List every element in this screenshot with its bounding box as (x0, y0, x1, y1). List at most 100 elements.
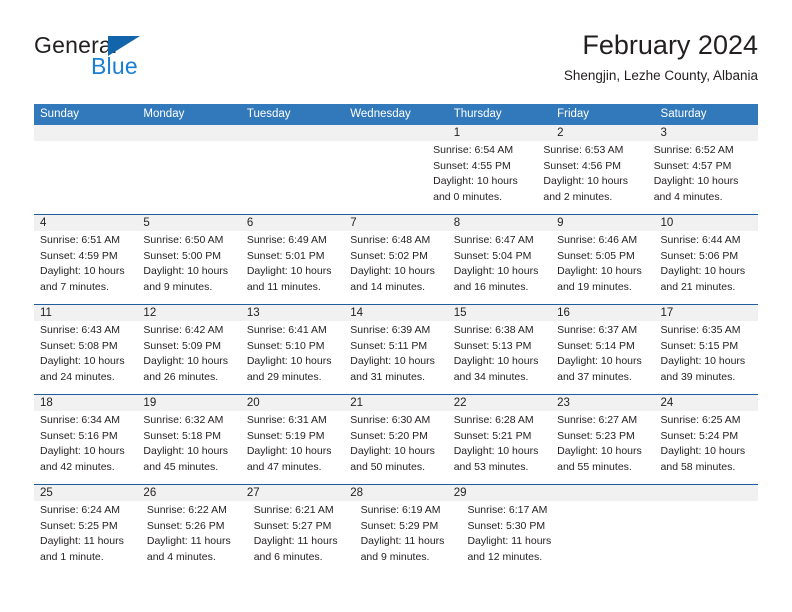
weekday-header-row: Sunday Monday Tuesday Wednesday Thursday Frid… (34, 104, 758, 125)
day-number[interactable]: 12 (137, 305, 240, 321)
day-info-line: and 29 minutes. (246, 370, 322, 383)
day-cell[interactable]: Sunrise: 6:31 AM Sunset: 5:19 PM Daylight:… (241, 411, 344, 484)
day-info-line: Sunrise: 6:52 AM (653, 144, 734, 156)
day-number[interactable]: 2 (551, 125, 654, 141)
day-number[interactable]: 10 (655, 215, 758, 231)
day-number[interactable]: 14 (344, 305, 447, 321)
day-info-line: Sunset: 5:18 PM (143, 429, 222, 442)
day-number[interactable]: 27 (241, 485, 344, 501)
day-number[interactable]: 26 (137, 485, 240, 501)
week-date-band: 18 19 20 21 22 23 24 (34, 395, 758, 411)
calendar-page: General Blue February 2024 Shengjin, Lez… (0, 0, 792, 612)
day-number-empty (34, 125, 137, 141)
day-number[interactable]: 3 (655, 125, 758, 141)
day-number[interactable]: 17 (655, 305, 758, 321)
day-cell[interactable]: Sunrise: 6:28 AM Sunset: 5:21 PM Daylight:… (448, 411, 551, 484)
weekday-header-sunday: Sunday (40, 108, 80, 120)
day-cell[interactable]: Sunrise: 6:49 AM Sunset: 5:01 PM Daylight:… (241, 231, 344, 304)
day-cell[interactable]: Sunrise: 6:22 AM Sunset: 5:26 PM Daylight:… (141, 501, 248, 574)
day-info-line: Sunrise: 6:37 AM (557, 324, 638, 336)
day-info-line: Daylight: 10 hours (660, 355, 746, 367)
day-info-line: Daylight: 10 hours (543, 175, 629, 187)
day-info-line: Sunrise: 6:28 AM (453, 414, 534, 426)
day-number[interactable]: 7 (344, 215, 447, 231)
day-cell[interactable]: Sunrise: 6:17 AM Sunset: 5:30 PM Daylight:… (461, 501, 568, 574)
day-cell[interactable]: Sunrise: 6:19 AM Sunset: 5:29 PM Daylight:… (355, 501, 462, 574)
calendar-week-row: 25 26 27 28 29 Sunrise: 6:24 AM Sunset: 5:25 P… (34, 484, 758, 574)
week-detail-band: Sunrise: 6:54 AM Sunset: 4:55 PM Daylight:… (34, 141, 758, 214)
day-cell[interactable]: Sunrise: 6:35 AM Sunset: 5:15 PM Daylight:… (655, 321, 758, 394)
day-number[interactable]: 8 (448, 215, 551, 231)
day-info-line: Sunrise: 6:42 AM (143, 324, 224, 336)
day-number[interactable]: 4 (34, 215, 137, 231)
day-number[interactable]: 25 (34, 485, 137, 501)
day-number[interactable]: 28 (344, 485, 447, 501)
day-cell[interactable]: Sunrise: 6:21 AM Sunset: 5:27 PM Daylight:… (248, 501, 355, 574)
day-info-line: and 2 minutes. (543, 190, 613, 203)
day-info-line: and 14 minutes. (350, 280, 425, 293)
day-info-line: Sunset: 5:19 PM (246, 429, 325, 442)
day-cell[interactable]: Sunrise: 6:43 AM Sunset: 5:08 PM Daylight:… (34, 321, 137, 394)
day-info-line: Sunset: 5:23 PM (557, 429, 635, 442)
day-cell[interactable]: Sunrise: 6:34 AM Sunset: 5:16 PM Daylight:… (34, 411, 137, 484)
day-cell-empty (132, 141, 230, 214)
day-cell[interactable]: Sunrise: 6:27 AM Sunset: 5:23 PM Daylight:… (551, 411, 654, 484)
day-cell[interactable]: Sunrise: 6:24 AM Sunset: 5:25 PM Daylight:… (34, 501, 141, 574)
day-number[interactable]: 9 (551, 215, 654, 231)
week-date-band: 11 12 13 14 15 16 17 (34, 305, 758, 321)
day-number[interactable]: 1 (448, 125, 551, 141)
weekday-header-wednesday: Wednesday (350, 108, 411, 120)
day-cell[interactable]: Sunrise: 6:30 AM Sunset: 5:20 PM Daylight:… (344, 411, 447, 484)
day-cell[interactable]: Sunrise: 6:50 AM Sunset: 5:00 PM Daylight:… (137, 231, 240, 304)
day-info-line: Sunrise: 6:22 AM (146, 504, 227, 516)
day-cell[interactable]: Sunrise: 6:44 AM Sunset: 5:06 PM Daylight:… (655, 231, 758, 304)
day-cell[interactable]: Sunrise: 6:46 AM Sunset: 5:05 PM Daylight:… (551, 231, 654, 304)
day-cell[interactable]: Sunrise: 6:37 AM Sunset: 5:14 PM Daylight:… (551, 321, 654, 394)
day-cell[interactable]: Sunrise: 6:25 AM Sunset: 5:24 PM Daylight:… (655, 411, 758, 484)
day-number[interactable]: 21 (344, 395, 447, 411)
day-number[interactable]: 5 (137, 215, 240, 231)
day-info-line: and 9 minutes. (143, 280, 213, 293)
day-number-empty (655, 485, 758, 501)
day-info-line: Sunset: 5:21 PM (453, 429, 532, 442)
day-cell[interactable]: Sunrise: 6:53 AM Sunset: 4:56 PM Daylight:… (537, 141, 647, 214)
day-number[interactable]: 11 (34, 305, 137, 321)
week-date-band: 25 26 27 28 29 (34, 485, 758, 501)
day-cell[interactable]: Sunrise: 6:39 AM Sunset: 5:11 PM Daylight:… (344, 321, 447, 394)
day-info-line: Sunset: 5:26 PM (146, 519, 225, 532)
day-info-line: Daylight: 10 hours (453, 265, 539, 277)
day-number[interactable]: 16 (551, 305, 654, 321)
calendar-week-row: 4 5 6 7 8 9 10 Sunrise: 6:51 AM Sunset: 4:59 PM D… (34, 214, 758, 304)
day-number[interactable]: 20 (241, 395, 344, 411)
day-info-line: Daylight: 10 hours (40, 445, 125, 457)
day-cell[interactable]: Sunrise: 6:47 AM Sunset: 5:04 PM Daylight:… (448, 231, 551, 304)
day-info-line: Sunrise: 6:17 AM (467, 504, 548, 516)
day-info-line: Daylight: 10 hours (660, 445, 746, 457)
day-cell[interactable]: Sunrise: 6:48 AM Sunset: 5:02 PM Daylight:… (344, 231, 447, 304)
day-info-line: Sunset: 5:09 PM (143, 339, 222, 352)
day-number[interactable]: 29 (448, 485, 551, 501)
day-number[interactable]: 22 (448, 395, 551, 411)
day-cell[interactable]: Sunrise: 6:32 AM Sunset: 5:18 PM Daylight:… (137, 411, 240, 484)
day-info-line: and 21 minutes. (660, 280, 736, 293)
day-number[interactable]: 13 (241, 305, 344, 321)
day-info-line: Sunrise: 6:19 AM (360, 504, 441, 516)
day-number[interactable]: 23 (551, 395, 654, 411)
day-info-line: and 39 minutes. (660, 370, 736, 383)
day-info-line: Daylight: 10 hours (350, 445, 435, 457)
day-cell[interactable]: Sunrise: 6:54 AM Sunset: 4:55 PM Daylight:… (427, 141, 537, 214)
day-number[interactable]: 18 (34, 395, 137, 411)
day-info-line: and 4 minutes. (653, 190, 723, 203)
day-cell[interactable]: Sunrise: 6:41 AM Sunset: 5:10 PM Daylight:… (241, 321, 344, 394)
day-cell[interactable]: Sunrise: 6:51 AM Sunset: 4:59 PM Daylight:… (34, 231, 137, 304)
day-number[interactable]: 6 (241, 215, 344, 231)
day-number[interactable]: 24 (655, 395, 758, 411)
day-cell[interactable]: Sunrise: 6:42 AM Sunset: 5:09 PM Daylight:… (137, 321, 240, 394)
day-info-line: and 34 minutes. (453, 370, 529, 383)
day-number[interactable]: 15 (448, 305, 551, 321)
day-cell[interactable]: Sunrise: 6:52 AM Sunset: 4:57 PM Daylight:… (648, 141, 758, 214)
day-cell[interactable]: Sunrise: 6:38 AM Sunset: 5:13 PM Daylight:… (448, 321, 551, 394)
day-info-line: and 53 minutes. (453, 460, 529, 473)
day-number[interactable]: 19 (137, 395, 240, 411)
day-info-line: and 24 minutes. (40, 370, 115, 383)
